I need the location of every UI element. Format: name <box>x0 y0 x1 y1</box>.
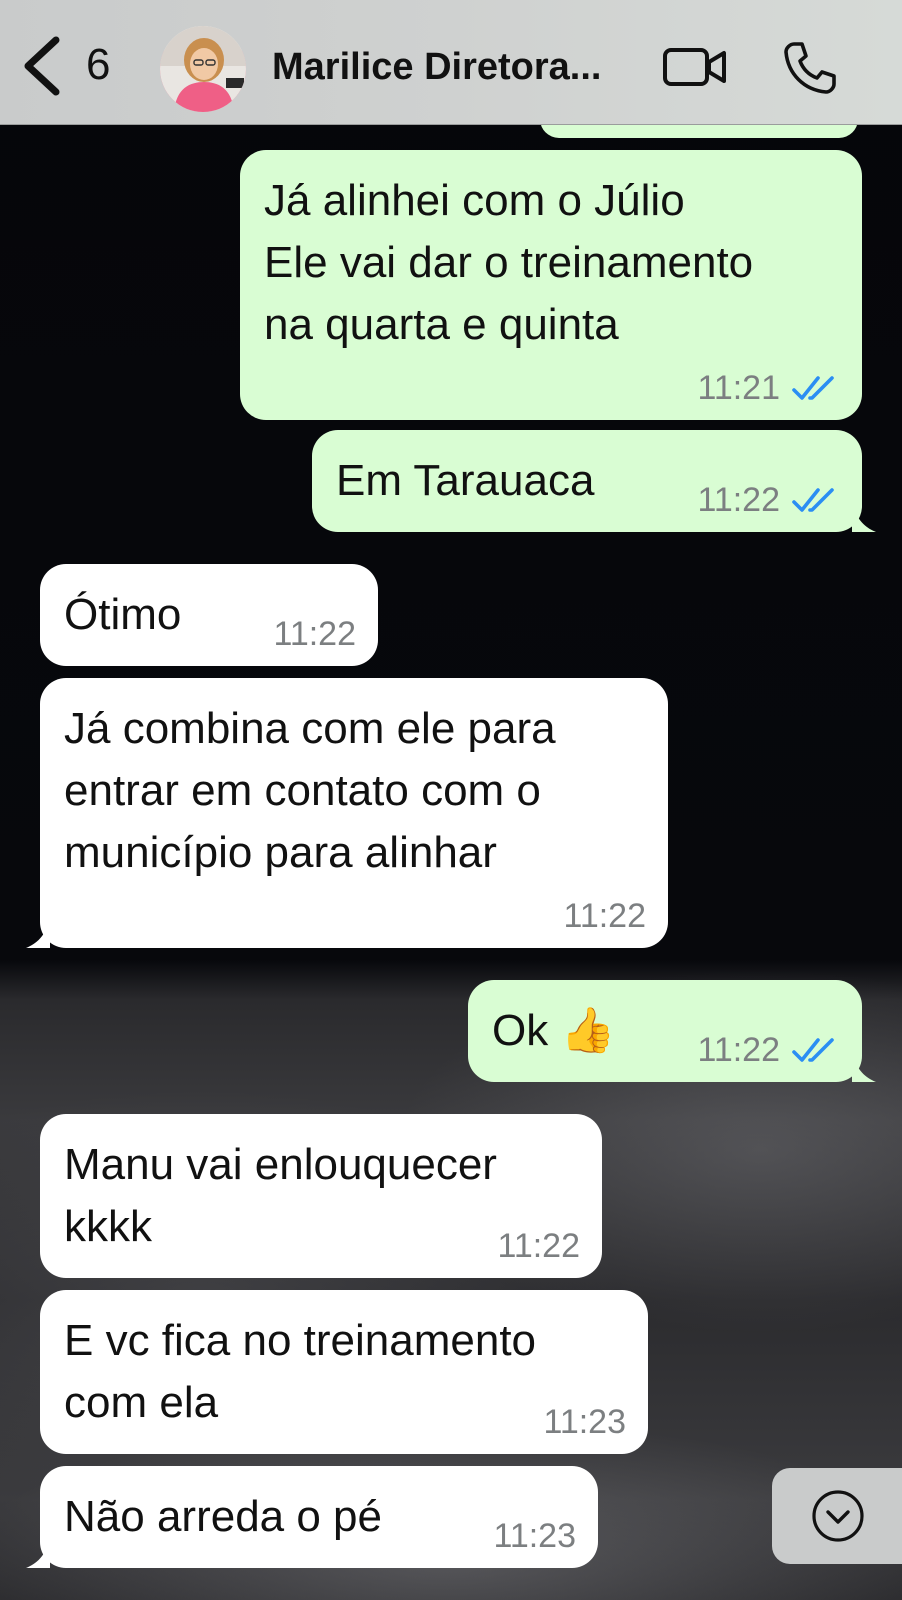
bubble-tail <box>852 502 876 532</box>
video-camera-icon[interactable] <box>662 42 728 92</box>
avatar-image <box>160 26 246 112</box>
message-bubble-incoming[interactable]: Ótimo 11:22 <box>40 564 378 666</box>
message-meta: 11:23 <box>493 1518 576 1554</box>
message-text: Já combina com ele para entrar em contat… <box>64 704 556 877</box>
bubble-tail <box>26 1538 50 1568</box>
message-bubble-incoming[interactable]: Já combina com ele para entrar em contat… <box>40 678 668 948</box>
message-meta: 11:22 <box>563 898 646 934</box>
message-text: Já alinhei com o Júlio Ele vai dar o tre… <box>264 176 754 349</box>
message-meta: 11:22 <box>273 616 356 652</box>
message-bubble-incoming[interactable]: E vc fica no treinamento com ela 11:23 <box>40 1290 648 1454</box>
message-time: 11:22 <box>497 1227 580 1265</box>
message-meta: 11:23 <box>543 1404 626 1440</box>
avatar[interactable] <box>160 26 246 112</box>
message-meta: 11:22 <box>697 482 840 518</box>
message-time: 11:22 <box>697 1031 780 1069</box>
chevron-down-circle-icon <box>812 1490 864 1542</box>
double-check-icon <box>792 488 834 512</box>
chevron-left-icon[interactable] <box>20 36 64 96</box>
message-bubble-outgoing[interactable]: Já alinhei com o Júlio Ele vai dar o tre… <box>240 150 862 420</box>
contact-name[interactable]: Marilice Diretora... <box>272 46 632 89</box>
message-time: 11:23 <box>493 1517 576 1555</box>
message-bubble-incoming[interactable]: Não arreda o pé 11:23 <box>40 1466 598 1568</box>
message-time: 11:21 <box>697 369 780 407</box>
double-check-icon <box>792 1038 834 1062</box>
message-bubble-outgoing[interactable]: Em Tarauaca 11:22 <box>312 430 862 532</box>
bubble-tail <box>26 918 50 948</box>
message-time: 11:22 <box>273 615 356 653</box>
message-time: 11:22 <box>697 481 780 519</box>
chat-header: 6 Marilice Diretora... <box>0 0 902 125</box>
double-check-icon <box>792 376 834 400</box>
unread-count[interactable]: 6 <box>86 40 110 90</box>
message-text: E vc fica no treinamento com ela <box>64 1316 537 1427</box>
message-bubble-outgoing[interactable]: Ok 👍 11:22 <box>468 980 862 1082</box>
message-meta: 11:22 <box>497 1228 580 1264</box>
scroll-to-bottom-button[interactable] <box>772 1468 902 1564</box>
message-meta: 11:21 <box>697 370 840 406</box>
message-time: 11:22 <box>563 897 646 935</box>
message-time: 11:23 <box>543 1403 626 1441</box>
bubble-tail <box>852 1052 876 1082</box>
message-bubble-incoming[interactable]: Manu vai enlouquecer kkkk 11:22 <box>40 1114 602 1278</box>
message-meta: 11:22 <box>697 1032 840 1068</box>
phone-icon[interactable] <box>780 38 840 98</box>
